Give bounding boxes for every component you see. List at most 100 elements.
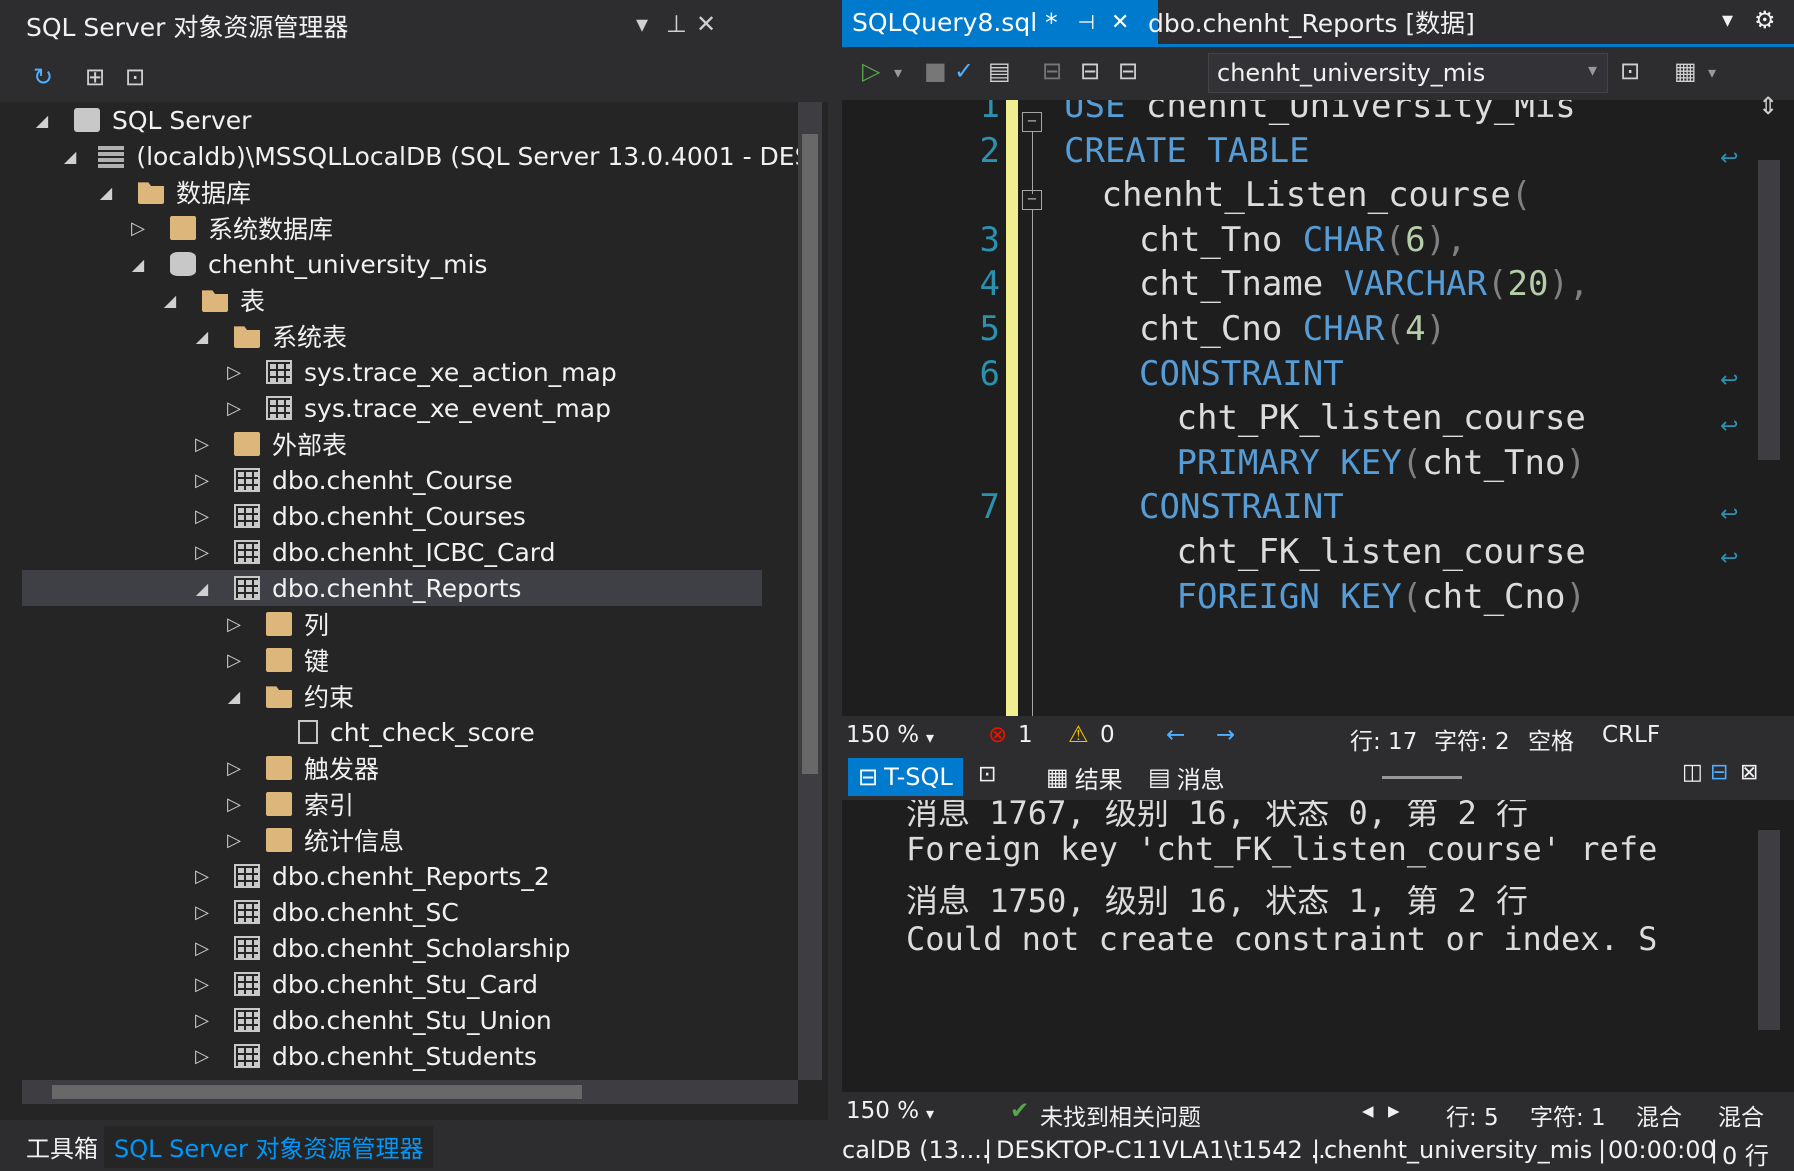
expanded-arrow-icon[interactable]: ◢ [128,255,148,274]
expanded-arrow-icon[interactable]: ◢ [224,687,244,706]
dropdown-arrow-icon[interactable]: ▾ [636,10,648,38]
tree-node[interactable]: ▷ dbo.chenht_Scholarship [22,930,762,966]
warning-icon[interactable]: ⚠ [1068,722,1089,748]
tree-node[interactable]: ▷ sys.trace_xe_event_map [22,390,762,426]
tab-toolbox[interactable]: 工具箱 [16,1126,108,1166]
tab-messages[interactable]: ▤ 消息 [1138,758,1235,796]
tree-node[interactable]: ◢ 数据库 [22,174,762,210]
tree-node[interactable]: ▷ 列 [22,606,762,642]
chevron-down-icon[interactable]: ▾ [926,728,934,747]
collapsed-arrow-icon[interactable]: ▷ [192,902,212,923]
scrollbar-thumb[interactable] [1758,830,1780,1030]
collapsed-arrow-icon[interactable]: ▷ [192,866,212,887]
expanded-arrow-icon[interactable]: ◢ [64,147,76,166]
arrow-right-icon[interactable]: → [1216,722,1235,748]
tree-node[interactable]: ◢ 表 [22,282,762,318]
tree-node[interactable]: ▷ dbo.chenht_Courses [22,498,762,534]
tree-node[interactable]: ▷ 触发器 [22,750,762,786]
collapsed-arrow-icon[interactable]: ▷ [192,434,212,455]
issues-status[interactable]: 未找到相关问题 [1040,1098,1201,1132]
collapsed-arrow-icon[interactable]: ▷ [224,398,244,419]
estimated-plan-icon[interactable]: ▤ [988,57,1011,85]
split-horizontal-icon[interactable]: ⊟ [1710,760,1728,785]
arrow-right-icon[interactable]: ▸ [1388,1098,1400,1124]
scrollbar-thumb[interactable] [802,134,818,774]
tree-node[interactable]: ◢ (localdb)\MSSQLLocalDB (SQL Server 13.0… [22,138,802,174]
error-icon[interactable]: ⊗ [988,722,1007,748]
expanded-arrow-icon[interactable]: ◢ [32,111,52,130]
change-connection-icon[interactable]: ⊟ [1080,57,1100,85]
close-icon[interactable]: ✕ [1111,10,1129,35]
database-select[interactable]: chenht_university_mis ▾ [1208,53,1608,93]
sql-script-icon[interactable]: ⊡ [978,762,996,787]
split-vertical-icon[interactable]: ◫ [1682,760,1703,785]
tree-node[interactable]: ◢ SQL Server [22,102,762,138]
results-dropdown-icon[interactable]: ▾ [1708,63,1716,82]
collapse-pane-icon[interactable]: ⊠ [1740,760,1758,785]
pin-icon[interactable]: ⊥ [666,10,687,38]
close-icon[interactable]: ✕ [696,10,716,38]
connect-icon[interactable]: ⊟ [1042,57,1062,85]
tree-horizontal-scrollbar[interactable] [22,1080,798,1104]
messages-vertical-scrollbar[interactable] [1750,800,1790,1096]
expanded-arrow-icon[interactable]: ◢ [192,327,212,346]
execute-icon[interactable]: ▷ [862,57,880,85]
arrow-left-icon[interactable]: ← [1166,722,1185,748]
collapsed-arrow-icon[interactable]: ▷ [192,1010,212,1031]
collapse-icon[interactable]: − [1022,112,1042,132]
collapsed-arrow-icon[interactable]: ▷ [192,542,212,563]
tab-tsql[interactable]: ⊟ T-SQL [848,758,963,796]
tree-node[interactable]: ▷ sys.trace_xe_action_map [22,354,762,390]
collapsed-arrow-icon[interactable]: ▷ [192,974,212,995]
parse-check-icon[interactable]: ✓ [954,57,974,85]
query-options-icon[interactable]: ⊡ [1620,57,1640,85]
expanded-arrow-icon[interactable]: ◢ [160,291,180,310]
collapsed-arrow-icon[interactable]: ▷ [192,470,212,491]
collapsed-arrow-icon[interactable]: ▷ [192,1046,212,1067]
code-editor[interactable]: 1234567 − − ↩ ↩ ↩ ↩ ↩ USE chenht_Univers… [842,100,1794,716]
tree-node[interactable]: ◢ 约束 [22,678,762,714]
gear-icon[interactable]: ⚙ [1754,6,1776,34]
dropdown-arrow-icon[interactable]: ▾ [1722,8,1733,33]
editor-vertical-scrollbar[interactable]: ⇕ [1750,92,1790,716]
add-server-icon[interactable]: ⊞ [78,60,112,94]
collapsed-arrow-icon[interactable]: ▷ [224,362,244,383]
disconnect-icon[interactable]: ⊟ [1118,57,1138,85]
refresh-icon[interactable]: ↻ [26,60,60,94]
tree-node[interactable]: ▷ 外部表 [22,426,762,462]
collapsed-arrow-icon[interactable]: ▷ [224,650,244,671]
collapsed-arrow-icon[interactable]: ▷ [128,218,148,239]
results-grid-icon[interactable]: ▦ [1674,57,1697,85]
tree-node[interactable]: ▷ 键 [22,642,762,678]
tree-node[interactable]: ▷ dbo.chenht_Course [22,462,762,498]
zoom-level[interactable]: 150 % [846,1098,919,1124]
tree-node[interactable]: ◢ chenht_university_mis [22,246,762,282]
tree-node[interactable]: ▷ 索引 [22,786,762,822]
collapsed-arrow-icon[interactable]: ▷ [192,506,212,527]
tree-vertical-scrollbar[interactable] [798,102,822,1080]
messages-panel[interactable]: 消息 1767, 级别 16, 状态 0, 第 2 行 Foreign key … [842,800,1794,1096]
tree-node[interactable]: cht_check_score [22,714,762,750]
scrollbar-thumb[interactable] [52,1085,582,1099]
tab-results[interactable]: ▦ 结果 [1036,758,1133,796]
expanded-arrow-icon[interactable]: ◢ [192,579,212,598]
new-query-icon[interactable]: ⊡ [118,60,152,94]
tree-node[interactable]: ▷ dbo.chenht_Reports_2 [22,858,762,894]
collapsed-arrow-icon[interactable]: ▷ [192,938,212,959]
expanded-arrow-icon[interactable]: ◢ [96,183,116,202]
splitter-handle[interactable] [1382,776,1462,779]
tree-node[interactable]: ▷ dbo.chenht_Stu_Union [22,1002,762,1038]
zoom-level[interactable]: 150 % [846,722,919,748]
tab-chenht-reports-data[interactable]: dbo.chenht_Reports [数据] [1138,0,1485,44]
stop-icon[interactable]: ■ [924,57,947,85]
collapsed-arrow-icon[interactable]: ▷ [224,830,244,851]
collapse-icon[interactable]: − [1022,190,1042,210]
tree-node[interactable]: ◢ 系统表 [22,318,762,354]
tree-node[interactable]: ▷ dbo.chenht_ICBC_Card [22,534,762,570]
tree-node[interactable]: ▷ 系统数据库 [22,210,762,246]
split-icon[interactable]: ⇕ [1758,92,1778,120]
arrow-left-icon[interactable]: ◂ [1362,1098,1374,1124]
chevron-down-icon[interactable]: ▾ [926,1104,934,1123]
tree-node[interactable]: ▷ dbo.chenht_SC [22,894,762,930]
collapsed-arrow-icon[interactable]: ▷ [224,758,244,779]
